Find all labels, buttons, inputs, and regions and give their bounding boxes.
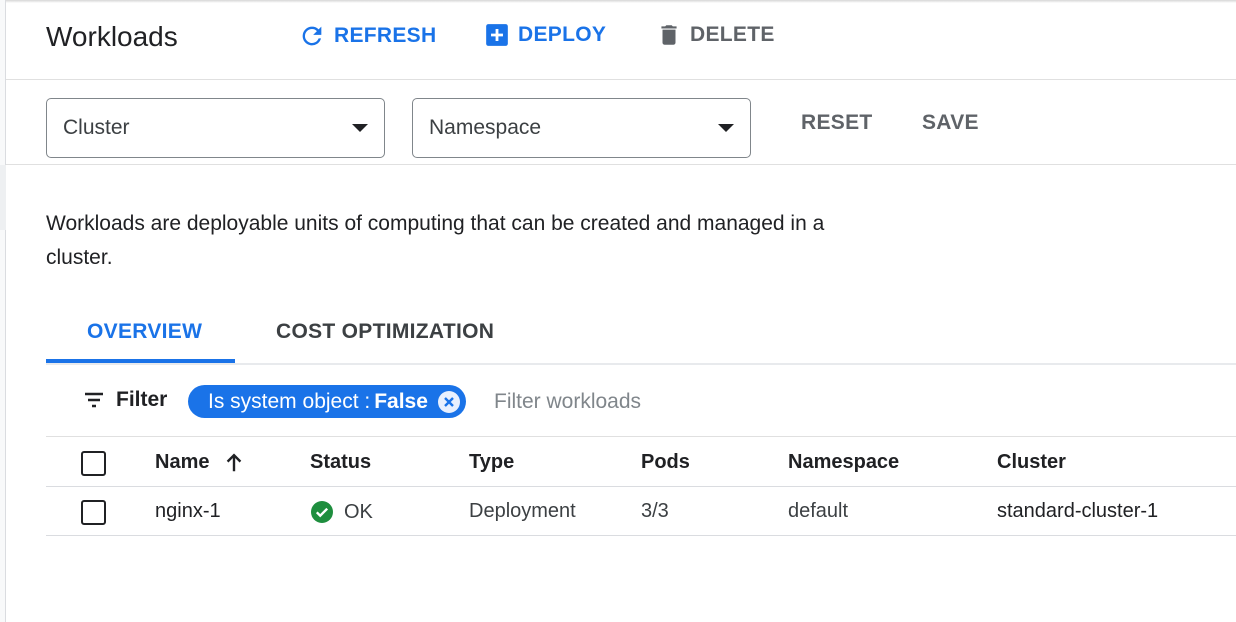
filter-button[interactable]: Filter: [82, 388, 167, 412]
namespace-select-label: Namespace: [429, 116, 542, 139]
dropdown-caret-icon: [718, 124, 734, 132]
selector-bar: Cluster Namespace RESET SAVE: [6, 80, 1236, 165]
active-tab-indicator: [46, 359, 235, 363]
column-header-status[interactable]: Status: [310, 451, 371, 474]
column-header-type[interactable]: Type: [469, 451, 514, 474]
filter-bar: Filter Is system object : False: [46, 367, 1236, 437]
refresh-icon: [302, 26, 322, 46]
column-header-namespace[interactable]: Namespace: [788, 451, 899, 474]
column-header-cluster[interactable]: Cluster: [997, 451, 1066, 474]
filter-chip-system-object[interactable]: Is system object : False: [188, 385, 466, 418]
left-rail-active-mark: [0, 165, 6, 230]
workloads-page: Workloads REFRESH DEPLOY DELETE Cluster: [0, 0, 1236, 622]
workload-namespace: default: [788, 500, 849, 522]
refresh-button[interactable]: REFRESH: [298, 22, 436, 50]
page-description: Workloads are deployable units of comput…: [46, 212, 825, 269]
deploy-label: DEPLOY: [518, 23, 607, 46]
reset-button[interactable]: RESET: [801, 111, 873, 135]
workload-cluster: standard-cluster-1: [997, 500, 1159, 522]
select-all-checkbox[interactable]: [81, 451, 106, 476]
close-icon: [444, 396, 454, 407]
delete-label: DELETE: [690, 23, 775, 46]
delete-button[interactable]: DELETE: [656, 22, 775, 48]
tab-bar: OVERVIEW COST OPTIMIZATION: [46, 312, 1236, 365]
check-circle-icon: [311, 501, 333, 523]
column-header-name[interactable]: Name: [155, 451, 245, 474]
chip-value: False: [374, 389, 428, 413]
row-checkbox[interactable]: [81, 500, 106, 525]
column-header-name-label: Name: [155, 451, 210, 473]
refresh-label: REFRESH: [334, 24, 437, 47]
chip-remove-button[interactable]: [437, 390, 460, 413]
filter-label: Filter: [116, 388, 168, 411]
page-header: Workloads REFRESH DEPLOY DELETE: [6, 0, 1236, 80]
tab-cost-optimization[interactable]: COST OPTIMIZATION: [276, 320, 494, 344]
cluster-select[interactable]: Cluster: [46, 98, 385, 158]
workloads-table: Name Status Type Pods Namespace Cluster …: [46, 438, 1236, 536]
dropdown-caret-icon: [352, 124, 368, 132]
workload-name-link[interactable]: nginx-1: [155, 500, 221, 523]
namespace-select[interactable]: Namespace: [412, 98, 751, 158]
page-title: Workloads: [46, 21, 178, 52]
column-header-pods[interactable]: Pods: [641, 451, 690, 474]
filter-list-icon: [85, 392, 103, 408]
cluster-select-label: Cluster: [63, 116, 130, 139]
table-row: nginx-1 OK Deployment 3/3 default standa…: [46, 487, 1236, 536]
filter-workloads-input[interactable]: [494, 386, 994, 418]
chip-key: Is system object :: [208, 389, 371, 413]
workload-status-label: OK: [344, 500, 373, 523]
workload-status: OK: [310, 500, 373, 524]
save-button[interactable]: SAVE: [922, 111, 979, 135]
workload-type: Deployment: [469, 500, 576, 522]
deploy-button[interactable]: DEPLOY: [484, 22, 606, 48]
table-header-row: Name Status Type Pods Namespace Cluster: [46, 438, 1236, 487]
trash-icon: [661, 25, 677, 45]
workload-pods: 3/3: [641, 500, 669, 522]
sort-ascending-icon: [227, 453, 242, 471]
add-box-icon: [486, 24, 508, 46]
tab-overview[interactable]: OVERVIEW: [87, 320, 202, 344]
